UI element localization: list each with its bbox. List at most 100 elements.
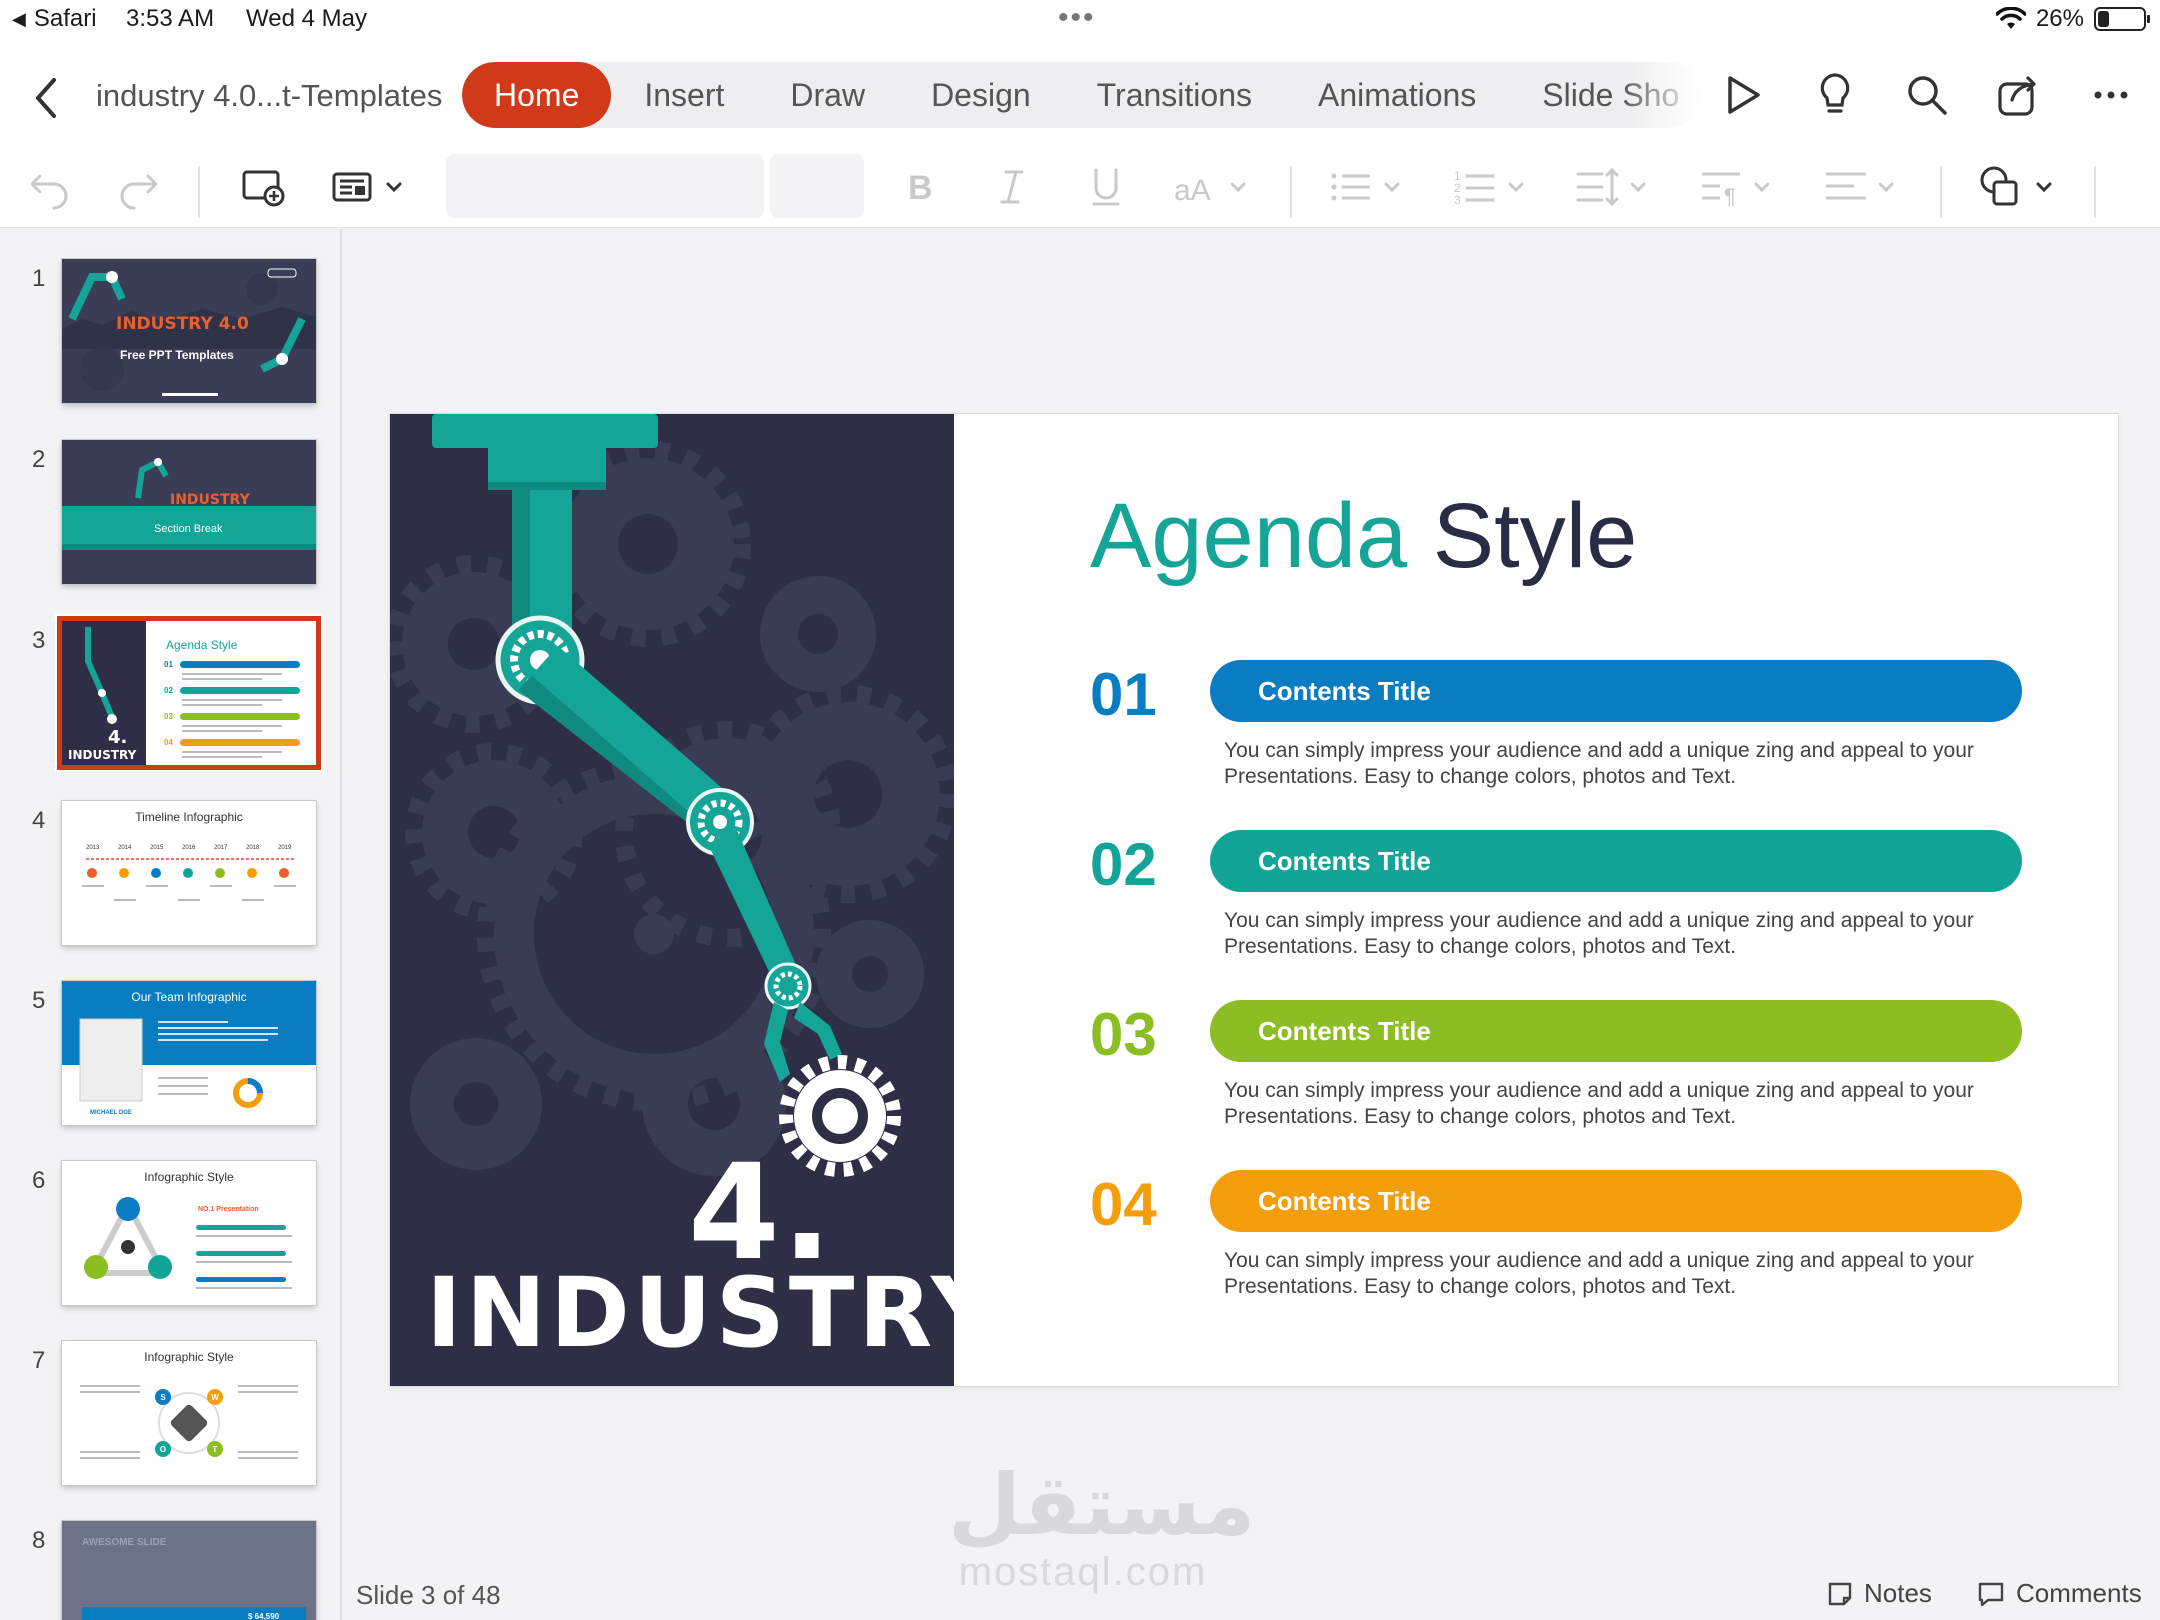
ribbon-divider bbox=[1940, 166, 1942, 218]
slide-industry-text: INDUSTRY bbox=[426, 1257, 954, 1369]
thumbnail-side-number: 4. bbox=[108, 727, 127, 748]
document-title[interactable]: industry 4.0...t-Templates bbox=[96, 78, 442, 114]
thumbnail-number: 6 bbox=[32, 1167, 46, 1194]
svg-text:04: 04 bbox=[164, 738, 173, 747]
thumbnail-side-text: INDUSTRY bbox=[68, 748, 137, 762]
svg-text:¶: ¶ bbox=[1724, 184, 1736, 209]
thumbnail-title: Timeline Infographic bbox=[135, 810, 243, 824]
slide-thumbnail-selected[interactable]: 4. INDUSTRY Agenda Style 01 02 03 04 bbox=[62, 621, 316, 765]
more-icon[interactable] bbox=[2086, 70, 2136, 120]
tabs-fade bbox=[1620, 62, 1702, 128]
slide-counter: Slide 3 of 48 bbox=[356, 1580, 501, 1610]
back-chevron-icon[interactable] bbox=[28, 74, 64, 122]
watermark-arabic: مستقل bbox=[948, 1456, 1256, 1554]
shapes-icon[interactable] bbox=[1978, 162, 2058, 212]
layout-icon[interactable] bbox=[330, 162, 410, 212]
bullets-icon[interactable] bbox=[1328, 162, 1408, 212]
thumbnail-row-4[interactable]: 4 Timeline Infographic 2013 2014 2015 20… bbox=[0, 795, 340, 955]
numbering-icon[interactable]: 123 bbox=[1452, 162, 1532, 212]
thumbnail-row-5[interactable]: 5 Our Team Infographic MICHAEL DOE bbox=[0, 975, 340, 1135]
slide-canvas[interactable]: 4. INDUSTRY Agenda Style 01 Contents Tit… bbox=[390, 414, 2118, 1386]
redo-icon[interactable] bbox=[116, 162, 162, 212]
svg-text:2019: 2019 bbox=[278, 845, 292, 851]
watermark-latin: mostaql.com bbox=[958, 1550, 1208, 1594]
thumbnail-row-2[interactable]: 2 INDUSTRY Section Break bbox=[0, 434, 340, 594]
tab-animations[interactable]: Animations bbox=[1285, 62, 1509, 128]
svg-text:aA: aA bbox=[1174, 174, 1211, 207]
back-to-app[interactable]: ◀ Safari bbox=[12, 5, 97, 33]
paragraph-icon[interactable]: ¶ bbox=[1700, 162, 1780, 212]
agenda-title-pill: Contents Title bbox=[1210, 1000, 2022, 1062]
new-slide-icon[interactable] bbox=[238, 162, 288, 212]
line-spacing-icon[interactable] bbox=[1576, 162, 1656, 212]
slide-thumbnail[interactable]: Timeline Infographic 2013 2014 2015 2016… bbox=[62, 801, 316, 945]
status-time: 3:53 AM bbox=[126, 5, 215, 32]
slide-thumbnail[interactable]: INDUSTRY Section Break bbox=[62, 440, 316, 584]
back-app-label: Safari bbox=[33, 5, 97, 32]
slide-thumbnail[interactable]: Our Team Infographic MICHAEL DOE bbox=[62, 981, 316, 1125]
agenda-number: 01 bbox=[1090, 661, 1157, 728]
bold-icon[interactable]: B bbox=[900, 162, 944, 212]
slide-thumbnail[interactable]: Infographic Style NO.1 Presentation bbox=[62, 1161, 316, 1305]
font-name-field[interactable] bbox=[446, 154, 764, 218]
lightbulb-icon[interactable] bbox=[1810, 70, 1860, 120]
ribbon-toolbar: B aA 123 ¶ bbox=[0, 152, 2160, 228]
align-icon[interactable] bbox=[1824, 162, 1904, 212]
comments-button[interactable]: Comments bbox=[1976, 1578, 2142, 1609]
svg-text:01: 01 bbox=[164, 660, 173, 669]
robot-arm-illustration bbox=[390, 414, 954, 1177]
thumbnail-row-6[interactable]: 6 Infographic Style NO.1 Presentation bbox=[0, 1155, 340, 1315]
slide-image-panel: 4. INDUSTRY bbox=[390, 414, 954, 1386]
notes-button[interactable]: Notes bbox=[1826, 1578, 1932, 1609]
tab-insert[interactable]: Insert bbox=[611, 62, 757, 128]
thumbnail-subtitle: Section Break bbox=[154, 523, 223, 535]
status-date: Wed 4 May bbox=[246, 5, 367, 32]
slide-thumbnail[interactable]: AWESOME SLIDE $ 64,590 bbox=[62, 1521, 316, 1620]
tab-design[interactable]: Design bbox=[898, 62, 1064, 128]
svg-text:3: 3 bbox=[1454, 193, 1461, 207]
thumbnail-number: 3 bbox=[32, 627, 46, 654]
agenda-number: 04 bbox=[1090, 1171, 1157, 1238]
play-icon[interactable] bbox=[1718, 70, 1768, 120]
ribbon-divider bbox=[198, 166, 200, 218]
thumbnail-row-3[interactable]: 3 4. INDUSTRY Agenda Style 01 02 03 04 bbox=[0, 615, 340, 775]
font-size-menu-icon[interactable]: aA bbox=[1170, 162, 1254, 212]
status-right: 26% bbox=[1995, 5, 2150, 33]
multitasking-dots-icon[interactable]: ••• bbox=[1058, 3, 1096, 33]
slide-title[interactable]: Agenda Style bbox=[1090, 484, 1637, 589]
thumbnail-title: Our Team Infographic bbox=[131, 990, 246, 1004]
agenda-item-3[interactable]: 03 Contents Title You can simply impress… bbox=[1090, 1000, 2050, 1160]
tab-transitions[interactable]: Transitions bbox=[1064, 62, 1285, 128]
agenda-number: 03 bbox=[1090, 1001, 1157, 1068]
slide-thumbnail[interactable]: Infographic Style S W O T bbox=[62, 1341, 316, 1485]
agenda-item-1[interactable]: 01 Contents Title You can simply impress… bbox=[1090, 660, 2050, 820]
thumbnail-number: 2 bbox=[32, 446, 46, 473]
thumbnail-value: $ 64,590 bbox=[248, 1612, 280, 1620]
thumbnail-row-8[interactable]: 8 AWESOME SLIDE $ 64,590 bbox=[0, 1515, 340, 1620]
italic-icon[interactable] bbox=[990, 162, 1034, 212]
notes-icon bbox=[1828, 1582, 1852, 1605]
ribbon-divider bbox=[1290, 166, 1292, 218]
thumbnail-number: 1 bbox=[32, 265, 46, 292]
svg-text:03: 03 bbox=[164, 712, 173, 721]
slide-title-part1: Agenda bbox=[1090, 485, 1408, 587]
share-icon[interactable] bbox=[1994, 70, 2044, 120]
agenda-item-4[interactable]: 04 Contents Title You can simply impress… bbox=[1090, 1170, 2050, 1330]
svg-text:T: T bbox=[213, 1445, 218, 1454]
undo-icon[interactable] bbox=[26, 162, 72, 212]
slide-thumbnail[interactable]: INDUSTRY 4.0 Free PPT Templates bbox=[62, 259, 316, 403]
thumbnail-row-1[interactable]: 1 INDUSTRY 4.0 Free PPT Templates bbox=[0, 253, 340, 413]
slide-thumbnail-sidebar: 1 INDUSTRY 4.0 Free PPT Templates 2 INDU… bbox=[0, 229, 342, 1620]
tab-draw[interactable]: Draw bbox=[757, 62, 898, 128]
svg-text:2014: 2014 bbox=[118, 845, 132, 851]
thumbnail-title: Infographic Style bbox=[144, 1350, 234, 1364]
font-size-field[interactable] bbox=[770, 154, 864, 218]
tab-home[interactable]: Home bbox=[462, 62, 612, 128]
thumbnail-subtitle: NO.1 Presentation bbox=[198, 1206, 259, 1213]
thumbnail-row-7[interactable]: 7 Infographic Style S W O T bbox=[0, 1335, 340, 1495]
search-icon[interactable] bbox=[1902, 70, 1952, 120]
agenda-item-2[interactable]: 02 Contents Title You can simply impress… bbox=[1090, 830, 2050, 990]
underline-icon[interactable] bbox=[1084, 162, 1128, 212]
comment-icon bbox=[1978, 1582, 2004, 1606]
agenda-description: You can simply impress your audience and… bbox=[1224, 1079, 1974, 1128]
